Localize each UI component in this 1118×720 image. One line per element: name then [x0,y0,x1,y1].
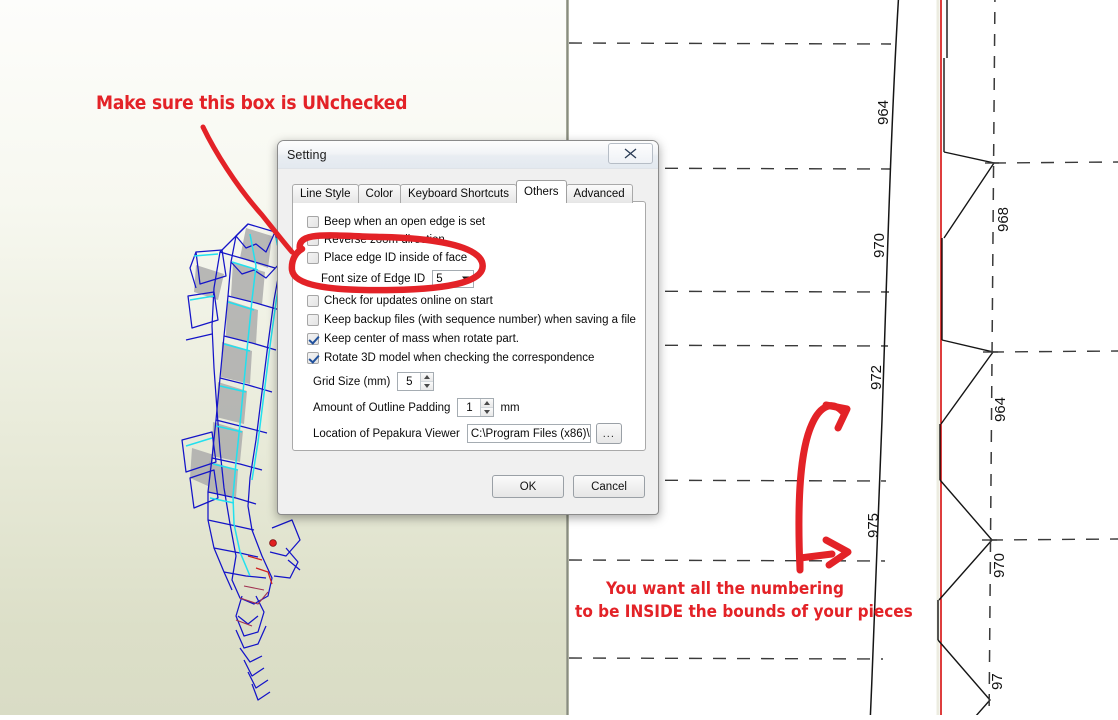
grid-size-stepper[interactable]: 5 [397,372,435,391]
stepper-up-button[interactable] [421,373,434,382]
checkbox-place-edge-id-inside-of-face[interactable]: Place edge ID inside of face [307,252,467,264]
tab-advanced[interactable]: Advanced [565,184,633,203]
stepper-down-button[interactable] [421,382,434,390]
ok-button[interactable]: OK [492,475,564,498]
checkbox-label: Reverse zoom direction [324,234,445,246]
checkbox-box[interactable] [307,252,319,264]
pattern-number-left-3: 975 [865,512,882,538]
dialog-title-bar[interactable]: Setting [278,141,658,169]
dialog-body: Line Style Color Keyboard Shortcuts Othe… [278,169,658,514]
field-label: Amount of Outline Padding [313,401,451,414]
field-label: Location of Pepakura Viewer [313,427,460,440]
tab-line-style[interactable]: Line Style [292,184,359,203]
caret-up-icon [484,401,491,405]
pattern-number-left-2: 972 [868,364,885,390]
field-amount-of-outline-padding[interactable]: Amount of Outline Padding 1 mm [313,398,520,417]
pattern-number-left-1: 970 [871,232,888,258]
checkbox-label: Keep center of mass when rotate part. [324,333,519,345]
checkbox-beep-open-edge[interactable]: Beep when an open edge is set [307,216,485,228]
field-grid-size[interactable]: Grid Size (mm) 5 [313,372,435,391]
tab-label: Keyboard Shortcuts [408,188,510,200]
font-size-of-edge-id-dropdown[interactable]: 5 [432,270,475,288]
checkbox-keep-center-of-mass[interactable]: Keep center of mass when rotate part. [307,333,519,345]
checkbox-label: Keep backup files (with sequence number)… [324,314,636,326]
stepper-up-button[interactable] [481,399,494,408]
tab-label: Others [524,186,559,198]
close-glyph [624,148,637,159]
pattern-number-right-2: 964 [992,396,1009,422]
pattern-number-right-3: 970 [991,552,1008,578]
dialog-tabstrip: Line Style Color Keyboard Shortcuts Othe… [292,180,633,203]
pattern-number-right-1: 968 [995,206,1012,232]
stepper-buttons[interactable] [480,399,494,416]
checkbox-box[interactable] [307,333,319,345]
checkbox-check-for-updates-online-on-start[interactable]: Check for updates online on start [307,295,493,307]
pattern-number-right-4: 97 [989,673,1006,690]
pepakura-viewer-path-input[interactable]: C:\Program Files (x86)\t [466,424,591,443]
tab-label: Advanced [573,188,625,200]
model-pivot-marker [269,539,277,547]
caret-down-icon [484,410,491,414]
pattern-number-left-0: 964 [875,99,892,125]
checkbox-reverse-zoom-direction[interactable]: Reverse zoom direction [307,234,445,246]
checkbox-label: Check for updates online on start [324,295,493,307]
field-font-size-of-edge-id[interactable]: Font size of Edge ID 5 [321,270,475,288]
checkbox-label: Beep when an open edge is set [324,216,486,228]
checkbox-box[interactable] [307,216,319,228]
checkbox-rotate-3d-model-correspondence[interactable]: Rotate 3D model when checking the corres… [307,352,594,364]
tab-color[interactable]: Color [357,184,401,203]
cancel-button[interactable]: Cancel [573,475,645,498]
close-icon[interactable] [608,143,653,164]
field-label: Grid Size (mm) [313,375,391,388]
stepper-buttons[interactable] [420,373,434,390]
checkbox-keep-backup-files[interactable]: Keep backup files (with sequence number)… [307,314,636,326]
setting-dialog[interactable]: Setting Line Style Color Keyboard Shortc… [277,140,659,515]
checkbox-label: Rotate 3D model when checking the corres… [324,352,595,364]
others-tab-panel: Beep when an open edge is set Reverse zo… [292,201,646,451]
caret-up-icon [424,375,431,379]
tab-label: Color [365,188,393,200]
field-location-of-pepakura-viewer[interactable]: Location of Pepakura Viewer C:\Program F… [313,423,622,444]
dialog-title: Setting [287,148,327,162]
tab-label: Line Style [300,188,351,200]
checkbox-box[interactable] [307,234,319,246]
stepper-value: 5 [406,375,413,388]
tab-keyboard-shortcuts[interactable]: Keyboard Shortcuts [400,184,518,203]
stepper-value: 1 [466,401,473,414]
field-label: Font size of Edge ID [321,273,426,285]
unit-label: mm [500,401,520,414]
tab-others[interactable]: Others [516,180,567,203]
stepper-down-button[interactable] [481,408,494,416]
dropdown-value: 5 [436,273,443,285]
checkbox-box[interactable] [307,314,319,326]
checkbox-label: Place edge ID inside of face [324,252,468,264]
checkbox-box[interactable] [307,295,319,307]
chevron-down-icon [462,276,471,282]
browse-button[interactable]: ... [595,423,622,444]
checkbox-box[interactable] [307,352,319,364]
caret-down-icon [424,384,431,388]
outline-padding-stepper[interactable]: 1 [457,398,495,417]
